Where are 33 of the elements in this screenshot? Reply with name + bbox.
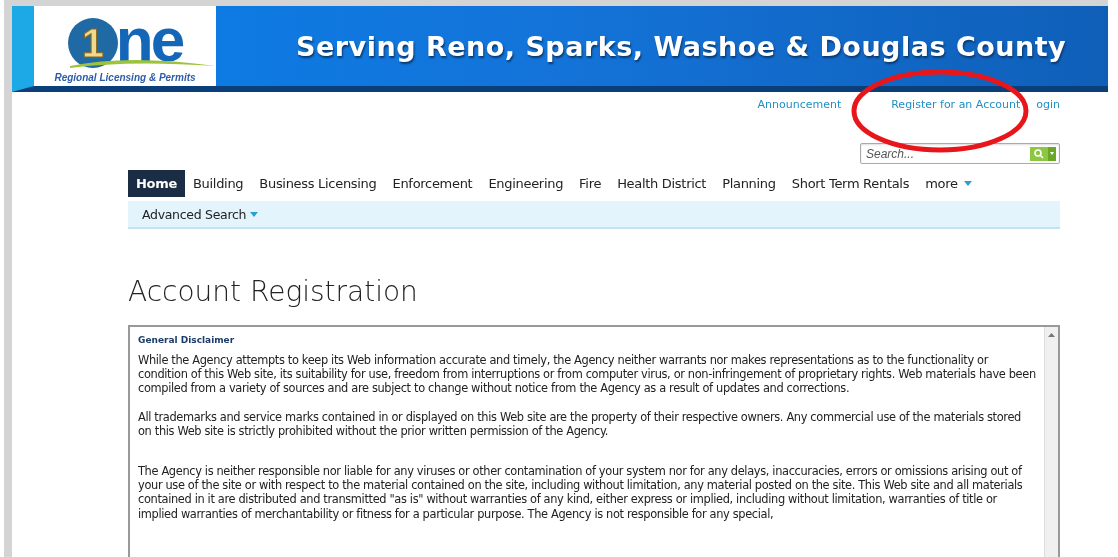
search-dropdown[interactable] bbox=[1048, 146, 1056, 161]
logo-digit: 1 bbox=[67, 18, 118, 68]
search-button[interactable] bbox=[1030, 146, 1048, 161]
page-title: Account Registration bbox=[128, 275, 419, 310]
disclaimer-paragraph: The Agency is neither responsible nor liable for any viruses or other contamination of your system nor for any delays, inaccuracies, errors or omissions arising out of your use of the site or with respect to the material contained on the site, including without limitation, any material posted on the site. This Web site and all materials contained in it are distributed and transmitted "as is" without warranties of any kind, either express or implied, including without limitation, warranties of title or implied warranties of merchantability or fitness for a particular purpose. The Agency is not responsible for any special, bbox=[138, 464, 1024, 521]
disclaimer-paragraph: All trademarks and service marks contained in or displayed on this Web site are the property of their respective owners. Any commercial use of the materials stored on this Web site is strictly prohibited without the prior written permission of the Agency. bbox=[138, 409, 1022, 438]
nav-tab[interactable]: Building bbox=[185, 170, 252, 197]
nav-tab[interactable]: Planning bbox=[714, 170, 784, 197]
nav-tab[interactable]: Fire bbox=[571, 170, 610, 197]
nav-tab[interactable]: Business Licensing bbox=[251, 170, 385, 197]
top-link[interactable]: ogin bbox=[1036, 98, 1060, 122]
top-link[interactable]: Announcement bbox=[757, 98, 842, 122]
disclaimer-paragraph: While the Agency attempts to keep its Web information accurate and timely, the Agency neither warrants nor makes representations as to the functionality or condition of this Web site, its suitability for use, freedom from interruptions or from computer virus, or non-infringement of proprietary rights. Web materials have been compiled from a variety of sources and are subject to change without notice from the Agency as a result of updates and corrections. bbox=[138, 353, 1036, 396]
nav-tab[interactable]: more bbox=[917, 170, 980, 197]
nav-tab[interactable]: Health District bbox=[609, 170, 715, 197]
search-input[interactable]: Search... bbox=[864, 145, 1030, 162]
nav-tab[interactable]: Enforcement bbox=[384, 170, 481, 197]
logo-letters: ne bbox=[115, 12, 183, 68]
caret-icon bbox=[250, 211, 259, 217]
nav-tab[interactable]: Short Term Rentals bbox=[783, 170, 918, 197]
search-field[interactable]: Search... bbox=[860, 143, 1060, 164]
header-title: Serving Reno, Sparks, Washoe & Douglas County bbox=[296, 30, 1067, 62]
search-icon bbox=[1034, 148, 1044, 159]
subnav-item[interactable]: Advanced Search bbox=[142, 206, 259, 222]
caret-icon bbox=[1050, 152, 1054, 155]
scroll-up-icon bbox=[1048, 333, 1055, 337]
logo[interactable]: 1 ne Regional Licensing & Permits bbox=[34, 6, 216, 86]
nav-tab[interactable]: Home bbox=[128, 170, 185, 197]
caret-icon bbox=[963, 181, 972, 186]
scrollbar[interactable] bbox=[1044, 327, 1058, 557]
logo-tagline: Regional Licensing & Permits bbox=[54, 72, 196, 83]
disclaimer-heading: General Disclaimer bbox=[138, 335, 236, 345]
nav-tab[interactable]: Engineering bbox=[480, 170, 572, 197]
